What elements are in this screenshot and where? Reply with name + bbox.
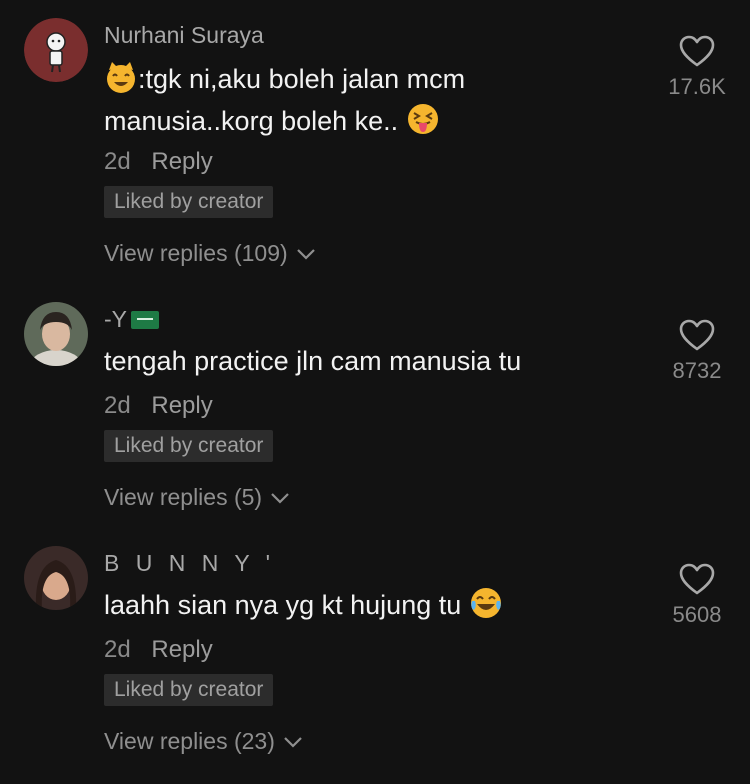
username[interactable]: B U N N Y ' [104, 550, 275, 577]
liked-by-creator-badge: Liked by creator [104, 430, 274, 462]
avatar[interactable] [24, 18, 88, 82]
comment-text-line-1: tengah practice jln cam manusia tu [104, 346, 522, 376]
reply-button[interactable]: Reply [151, 392, 212, 419]
like-count: 17.6K [668, 74, 726, 99]
like-button[interactable]: 17.6K [662, 34, 732, 100]
view-replies-label: View replies (109) [104, 240, 288, 266]
comment-meta: 2d Reply [104, 636, 213, 664]
avatar[interactable] [24, 302, 88, 366]
comment-meta: 2d Reply [104, 148, 213, 176]
view-replies-button[interactable]: View replies (5) [104, 484, 290, 511]
comment-text: laahh sian nya yg kt hujung tu [104, 584, 624, 626]
username-text: -Y [104, 306, 127, 332]
comment-meta: 2d Reply [104, 392, 213, 420]
avatar-image [24, 18, 88, 82]
liked-by-creator-badge: Liked by creator [104, 674, 274, 706]
timestamp: 2d [104, 392, 131, 419]
laughing-emoji-icon [469, 586, 503, 620]
like-count: 8732 [672, 358, 722, 383]
tongue-emoji-icon [406, 102, 440, 136]
heart-outline-icon [679, 319, 715, 351]
heart-outline-icon [679, 35, 715, 67]
reply-button[interactable]: Reply [151, 636, 212, 663]
reply-button[interactable]: Reply [151, 148, 212, 175]
comment-text-line-1: laahh sian nya yg kt hujung tu [104, 590, 462, 620]
like-button[interactable]: 5608 [662, 562, 732, 628]
username-text: B U N N Y ' [104, 550, 276, 576]
avatar-image [24, 546, 88, 610]
like-button[interactable]: 8732 [662, 318, 732, 384]
comment-text-line-2: manusia..korg boleh ke.. [104, 106, 399, 136]
view-replies-button[interactable]: View replies (23) [104, 728, 303, 755]
username[interactable]: Nurhani Suraya [104, 22, 264, 49]
comment-text: tengah practice jln cam manusia tu [104, 340, 624, 382]
view-replies-button[interactable]: View replies (109) [104, 240, 316, 267]
avatar[interactable] [24, 546, 88, 610]
username[interactable]: -Y [104, 306, 159, 333]
view-replies-label: View replies (23) [104, 728, 275, 754]
comment-text: :tgk ni,aku boleh jalan mcm manusia..kor… [104, 58, 624, 142]
cat-emoji-icon [104, 60, 138, 94]
timestamp: 2d [104, 636, 131, 663]
liked-by-creator-badge: Liked by creator [104, 186, 274, 218]
heart-outline-icon [679, 563, 715, 595]
chevron-down-icon [271, 492, 289, 504]
view-replies-label: View replies (5) [104, 484, 263, 510]
avatar-image [24, 302, 88, 366]
username-text: Nurhani Suraya [104, 22, 264, 48]
timestamp: 2d [104, 148, 131, 175]
chevron-down-icon [284, 736, 302, 748]
chevron-down-icon [296, 248, 315, 260]
saudi-flag-icon [131, 310, 159, 329]
like-count: 5608 [672, 602, 722, 627]
comment-text-line-1: :tgk ni,aku boleh jalan mcm [138, 64, 466, 94]
